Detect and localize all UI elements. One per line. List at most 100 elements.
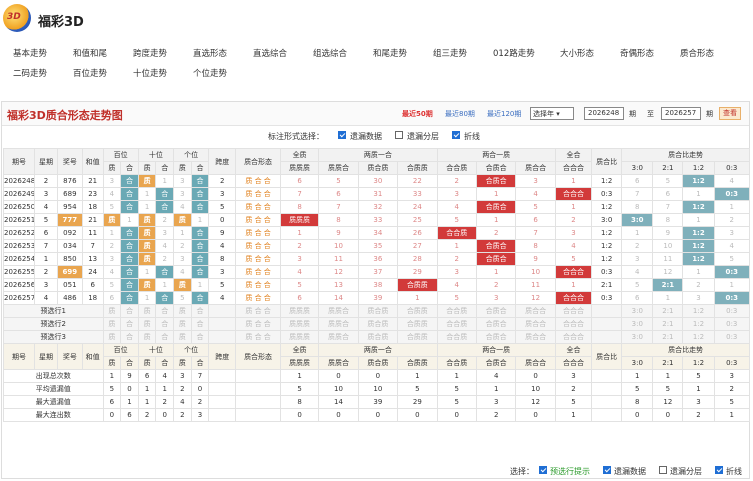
column-header: 星期 bbox=[34, 343, 58, 370]
predict-form-cell: 质质质 bbox=[279, 330, 320, 344]
digit-cell: 4 bbox=[173, 200, 192, 214]
nav-link[interactable]: 和尾走势 bbox=[373, 47, 407, 59]
footer-options: 选择： 预选行提示 遗漏数据 遗漏分层 折线 bbox=[2, 462, 751, 478]
missing-data-checkbox[interactable] bbox=[338, 131, 346, 139]
table-cell bbox=[235, 382, 281, 396]
missing-cell: 7 bbox=[515, 226, 556, 240]
footer-polyline-checkbox[interactable] bbox=[715, 466, 723, 474]
query-button[interactable]: 查看 bbox=[719, 107, 741, 120]
table-cell: 4 bbox=[34, 200, 58, 214]
stats-cell: 1 bbox=[279, 369, 320, 383]
nav-link[interactable]: 012路走势 bbox=[493, 47, 535, 59]
table-cell: 2 bbox=[34, 174, 58, 188]
recent-80-link[interactable]: 最近80期 bbox=[445, 109, 475, 119]
stats-cell: 2 bbox=[173, 408, 192, 422]
stats-cell: 2 bbox=[155, 395, 175, 409]
predict-hint-checkbox[interactable] bbox=[539, 466, 547, 474]
column-header: 质 bbox=[173, 161, 192, 175]
predict-ratio-cell: 0:3 bbox=[713, 330, 751, 344]
stats-row: 出现总次数 1 9 6 4 3 7 1 0 0 1 1 4 0 3 1 1 5 3 bbox=[3, 369, 751, 383]
prize-number: 777 bbox=[56, 213, 83, 227]
lottery-logo[interactable]: 3D bbox=[3, 4, 31, 32]
table-row: 2026256 3 051 6 5 合质 1 质 1 5 质 合 合 5 13 38 合质质 4 2 11 1 2:1… bbox=[2, 278, 751, 292]
predict-form-cell: 合质质 bbox=[397, 317, 438, 331]
stats-cell: 10 bbox=[515, 382, 556, 396]
missing-cell: 2 bbox=[682, 278, 715, 292]
recent-120-link[interactable]: 最近120期 bbox=[487, 109, 521, 119]
nav-link[interactable]: 直选形态 bbox=[193, 47, 227, 59]
digit-cell: 质 bbox=[137, 252, 157, 266]
missing-cell: 4 bbox=[554, 239, 593, 253]
table-cell: 6 bbox=[81, 278, 104, 292]
stats-cell: 3 bbox=[682, 395, 715, 409]
predict-form-cell: 合质合 bbox=[475, 304, 517, 318]
nav-link[interactable]: 奇偶形态 bbox=[620, 47, 654, 59]
from-issue-input[interactable]: 2026248 bbox=[584, 107, 624, 120]
column-header: 全合 bbox=[554, 148, 593, 162]
missing-cell: 5 bbox=[713, 252, 751, 266]
digit-cell: 3 bbox=[155, 226, 175, 240]
missing-cell: 11 bbox=[515, 278, 556, 292]
predict-row[interactable]: 预选行2 质合质合质合质 合 合质质质 质质合 质合质 合质质 合合质 合质合 质合合 合合合 3… bbox=[3, 317, 751, 331]
digit-cell: 1 bbox=[173, 226, 192, 240]
to-label: 至 bbox=[647, 110, 654, 118]
predict-digit: 合 bbox=[155, 330, 175, 344]
missing-cell: 22 bbox=[397, 174, 438, 188]
footer-missing-layer-checkbox[interactable] bbox=[659, 466, 667, 474]
predict-label: 预选行1 bbox=[3, 304, 104, 318]
stats-cell: 7 bbox=[190, 369, 210, 383]
missing-cell: 1 bbox=[475, 213, 517, 227]
stats-cell: 3 bbox=[554, 369, 593, 383]
to-issue-input[interactable]: 2026257 bbox=[661, 107, 701, 120]
missing-cell: 6 bbox=[279, 291, 320, 305]
predict-row[interactable]: 预选行1 质合质合质合质 合 合质质质 质质合 质合质 合质质 合合质 合质合 质合合 合合合 3… bbox=[3, 304, 751, 318]
missing-cell: 4 bbox=[515, 187, 556, 201]
polyline-checkbox[interactable] bbox=[452, 131, 460, 139]
missing-cell: 1 bbox=[621, 226, 654, 240]
table-cell bbox=[591, 330, 623, 344]
nav-link[interactable]: 大小形态 bbox=[560, 47, 594, 59]
footer-missing-data-checkbox[interactable] bbox=[603, 466, 611, 474]
missing-cell: 29 bbox=[397, 265, 438, 279]
stats-cell: 29 bbox=[397, 395, 438, 409]
nav-link[interactable]: 跨度走势 bbox=[133, 47, 167, 59]
missing-cell: 1 bbox=[713, 278, 751, 292]
nav-link[interactable]: 基本走势 bbox=[13, 47, 47, 59]
predict-digit: 质 bbox=[173, 317, 192, 331]
table-cell: 7 bbox=[81, 239, 104, 253]
nav-link[interactable]: 组选综合 bbox=[313, 47, 347, 59]
nav-link[interactable]: 十位走势 bbox=[133, 67, 167, 79]
predict-form: 质 合 合 bbox=[235, 330, 281, 344]
recent-50-link[interactable]: 最近50期 bbox=[402, 109, 433, 119]
column-header: 和值 bbox=[81, 148, 104, 175]
digit-cell: 合 bbox=[190, 239, 210, 253]
nav-link[interactable]: 百位走势 bbox=[73, 67, 107, 79]
missing-cell: 37 bbox=[357, 265, 399, 279]
nav-link[interactable]: 二码走势 bbox=[13, 67, 47, 79]
trend-panel: 福彩3D质合形态走势图 最近50期 最近80期 最近120期 选择年 ▾ 202… bbox=[1, 101, 751, 479]
form-cell: 质 合 合 bbox=[235, 200, 281, 214]
column-header: 全质 bbox=[279, 343, 320, 357]
missing-cell: 5 bbox=[318, 174, 359, 188]
predict-digit: 质 bbox=[137, 317, 157, 331]
nav-link[interactable]: 质合形态 bbox=[680, 47, 714, 59]
nav-link[interactable]: 和值和尾 bbox=[73, 47, 107, 59]
stats-cell: 5 bbox=[621, 382, 654, 396]
stats-cell: 0 bbox=[279, 408, 320, 422]
nav-link[interactable]: 直选综合 bbox=[253, 47, 287, 59]
issue-cell: 2026255 bbox=[2, 265, 36, 279]
missing-cell: 3 bbox=[554, 226, 593, 240]
span-cell: 9 bbox=[208, 226, 237, 240]
missing-cell: 30 bbox=[357, 174, 399, 188]
year-select[interactable]: 选择年 ▾ bbox=[530, 107, 574, 120]
predict-row[interactable]: 预选行3 质合质合质合质 合 合质质质 质质合 质合质 合质质 合合质 合质合 质合合 合合合 3… bbox=[3, 330, 751, 344]
missing-cell: 3 bbox=[713, 226, 751, 240]
missing-cell: 7 bbox=[621, 187, 654, 201]
nav-link[interactable]: 组三走势 bbox=[433, 47, 467, 59]
missing-cell: 2 bbox=[436, 252, 477, 266]
table-cell bbox=[591, 317, 623, 331]
nav-link[interactable]: 个位走势 bbox=[193, 67, 227, 79]
stats-cell: 3 bbox=[475, 395, 517, 409]
missing-layer-checkbox[interactable] bbox=[395, 131, 403, 139]
missing-cell: 26 bbox=[397, 226, 438, 240]
